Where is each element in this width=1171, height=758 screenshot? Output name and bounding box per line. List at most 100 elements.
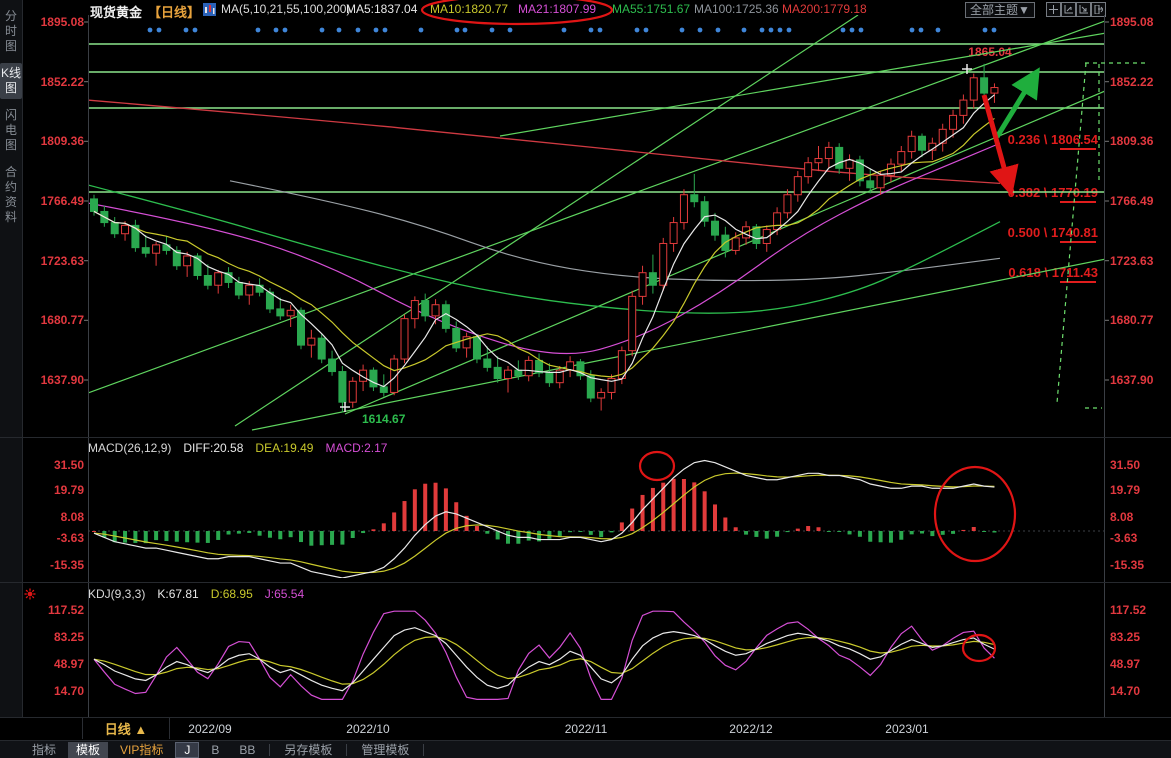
kdj-axis-label-left: 83.25 — [30, 630, 84, 644]
kdj-title: KDJ(9,3,3) — [88, 587, 145, 601]
macd-hist-bar — [568, 531, 572, 532]
signal-dot — [148, 28, 153, 33]
fib-level-label: 0.500 \ 1740.81 — [946, 225, 1098, 240]
kdj-axis-label-right: 48.97 — [1110, 657, 1140, 671]
macd-hist-bar — [164, 531, 168, 541]
macd-hist-bar — [868, 531, 872, 542]
signal-dot — [983, 28, 988, 33]
move-icon[interactable] — [1046, 2, 1061, 17]
macd-hist-bar — [371, 529, 375, 531]
signal-dot — [859, 28, 864, 33]
macd-hist-bar — [92, 531, 96, 532]
macd-axis-label-left: 31.50 — [30, 458, 84, 472]
signal-dot — [910, 28, 915, 33]
symbol-title: 现货黄金 — [90, 2, 142, 21]
tab-管理模板[interactable]: 管理模板 — [353, 742, 417, 758]
macd-hist-bar — [496, 531, 500, 539]
macd-axis-label-right: 8.08 — [1110, 510, 1133, 524]
signal-dot — [274, 28, 279, 33]
tab-模板[interactable]: 模板 — [68, 742, 108, 758]
macd-hist-bar — [661, 483, 665, 531]
sidebar-item-4[interactable]: 合约资料 — [0, 162, 22, 228]
time-axis-date: 2022/09 — [170, 722, 250, 736]
kdj-d-line — [94, 637, 994, 684]
period-label: 【日线】 — [148, 2, 200, 21]
macd-hist-bar — [703, 491, 707, 531]
macd-hist-bar — [848, 531, 852, 534]
macd-hist-bar — [630, 509, 634, 531]
pane-frame — [0, 15, 1171, 741]
time-axis: 日线 ▲ 2022/092022/102022/112022/122023/01 — [0, 718, 1171, 740]
signal-dot — [589, 28, 594, 33]
macd-hist-bar — [144, 531, 148, 543]
macd-hist-bar — [785, 531, 789, 532]
fib-underline — [1060, 201, 1096, 203]
swing-marker — [340, 402, 350, 412]
macd-hist-bar — [682, 479, 686, 531]
signal-dot — [841, 28, 846, 33]
macd-hist-bar — [289, 531, 293, 537]
sidebar-item-2[interactable]: K线图 — [0, 63, 22, 99]
price-axis-label-left: 1637.90 — [30, 373, 84, 387]
macd-hist-bar — [672, 479, 676, 531]
tab-BB[interactable]: BB — [231, 742, 263, 758]
macd-hist-bar — [734, 527, 738, 531]
tab-separator — [346, 744, 347, 756]
macd-hist-bar — [392, 512, 396, 531]
chart-canvas[interactable] — [0, 0, 1171, 758]
macd-hist-bar — [641, 495, 645, 531]
macd-hist-bar — [206, 531, 210, 543]
price-axis-label-right: 1637.90 — [1110, 373, 1153, 387]
highlight-circle — [640, 452, 674, 480]
live-indicator-icon — [25, 589, 36, 600]
macd-hist-bar — [123, 531, 127, 543]
pane-layout-right-icon[interactable] — [1076, 2, 1091, 17]
signal-dot — [778, 28, 783, 33]
macd-hist-bar — [547, 531, 551, 539]
macd-hist-bar — [216, 531, 220, 540]
tab-J[interactable]: J — [175, 742, 199, 758]
macd-axis-label-right: -3.63 — [1110, 531, 1137, 545]
macd-hist-bar — [796, 529, 800, 531]
macd-diff-value: DIFF:20.58 — [183, 441, 243, 455]
kdj-j-line — [94, 611, 994, 699]
price-axis-label-left: 1809.36 — [30, 134, 84, 148]
macd-hist-bar — [516, 531, 520, 544]
kdj-axis-label-left: 48.97 — [30, 657, 84, 671]
fib-level-label: 0.382 \ 1770.19 — [946, 185, 1098, 200]
signal-dot — [680, 28, 685, 33]
tab-B[interactable]: B — [203, 742, 227, 758]
macd-hist-bar — [196, 531, 200, 543]
sidebar-item-3[interactable]: 闪电图 — [0, 105, 22, 156]
ma5-line — [94, 95, 994, 387]
signal-dot — [760, 28, 765, 33]
tab-另存模板[interactable]: 另存模板 — [276, 742, 340, 758]
drawn-lines — [88, 15, 1171, 430]
signal-dot — [320, 28, 325, 33]
exit-view-icon[interactable] — [1091, 2, 1106, 17]
macd-hist-bar — [237, 531, 241, 534]
macd-hist-bar — [320, 531, 324, 545]
tab-指标[interactable]: 指标 — [24, 742, 64, 758]
macd-dea-line — [94, 473, 994, 573]
macd-hist-bar — [858, 531, 862, 537]
macd-title: MACD(26,12,9) — [88, 441, 171, 455]
macd-hist-bar — [154, 531, 158, 540]
macd-hist-bar — [434, 483, 438, 531]
fib-level-label: 0.236 \ 1806.54 — [946, 132, 1098, 147]
macd-hist-bar — [765, 531, 769, 539]
candlestick-chart-icon[interactable] — [203, 3, 216, 19]
signal-dot — [337, 28, 342, 33]
pane-layout-left-icon[interactable] — [1061, 2, 1076, 17]
time-axis-date: 2022/11 — [546, 722, 626, 736]
price-axis-label-left: 1766.49 — [30, 194, 84, 208]
time-axis-date: 2023/01 — [867, 722, 947, 736]
period-selector-button[interactable]: 日线 ▲ — [82, 718, 170, 739]
macd-hist-bar — [817, 527, 821, 531]
theme-selector-button[interactable]: 全部主题▼ — [965, 2, 1035, 18]
tab-VIP指标[interactable]: VIP指标 — [112, 742, 171, 758]
macd-hist-bar — [444, 488, 448, 531]
ma-value-6: MA200:1779.18 — [782, 2, 867, 16]
price-axis-label-right: 1852.22 — [1110, 75, 1153, 89]
macd-hist-bar — [910, 531, 914, 534]
